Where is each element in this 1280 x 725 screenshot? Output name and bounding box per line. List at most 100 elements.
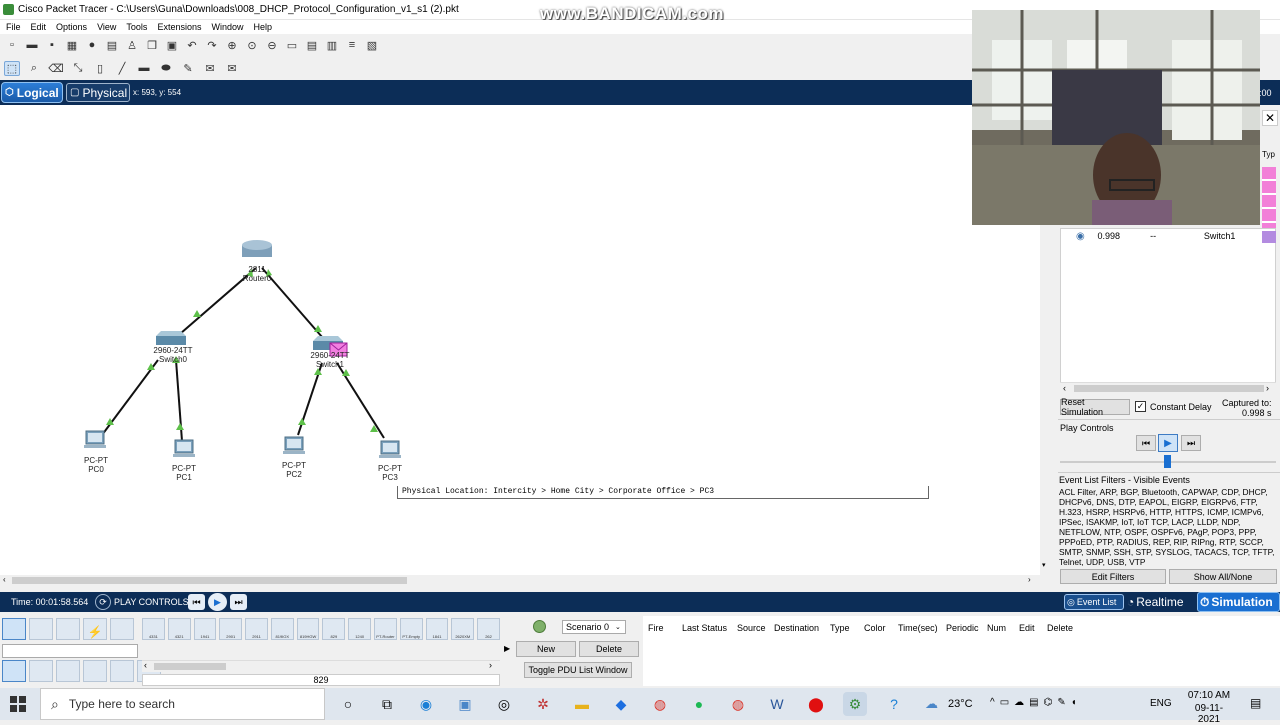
- new-file-icon[interactable]: ▫: [4, 38, 20, 53]
- workspace-horizontal-scrollbar[interactable]: ‹ ›: [0, 575, 1040, 587]
- menu-help[interactable]: Help: [253, 22, 272, 32]
- menu-view[interactable]: View: [97, 22, 116, 32]
- zoom-out-icon[interactable]: ⊖: [264, 38, 280, 53]
- print-icon[interactable]: ▦: [64, 38, 80, 53]
- hubs-icon[interactable]: [56, 660, 80, 682]
- routers-icon[interactable]: [2, 660, 26, 682]
- router-model-item[interactable]: 4321: [167, 618, 191, 640]
- router-icon[interactable]: [242, 240, 272, 257]
- router-model-item[interactable]: 2620XM: [451, 618, 475, 640]
- paste-icon[interactable]: ▣: [164, 38, 180, 53]
- cluster-icon[interactable]: ≡: [344, 38, 360, 53]
- draw-line-icon[interactable]: ╱: [114, 61, 130, 76]
- edit-filters-button[interactable]: Edit Filters: [1060, 569, 1166, 584]
- step-back-icon[interactable]: ⏮: [1136, 435, 1156, 451]
- router-model-item[interactable]: 1240: [348, 618, 372, 640]
- scroll-left-icon[interactable]: ‹: [144, 660, 147, 670]
- speed-slider-handle[interactable]: [1164, 455, 1171, 468]
- delete-icon[interactable]: ⌫: [48, 61, 64, 76]
- windows-start-icon[interactable]: [10, 696, 26, 712]
- cortana-icon[interactable]: ○: [336, 692, 360, 716]
- tab-logical[interactable]: ⬡ Logical: [1, 82, 63, 103]
- help-icon[interactable]: ?: [882, 692, 906, 716]
- event-list-button[interactable]: ◎ Event List: [1064, 594, 1124, 610]
- device-list-scrollbar[interactable]: ‹ ›: [142, 660, 500, 672]
- redo-icon[interactable]: ↷: [204, 38, 220, 53]
- router-model-item[interactable]: 2911: [245, 618, 268, 640]
- event-list-scrollbar[interactable]: ‹ ›: [1060, 382, 1276, 394]
- router-model-item[interactable]: 4331: [142, 618, 165, 640]
- realtime-mode-button[interactable]: ◔ Realtime: [1127, 593, 1196, 611]
- packet-tracer-taskbar-icon[interactable]: ⚙: [843, 692, 867, 716]
- security-icon[interactable]: [110, 660, 134, 682]
- info-icon[interactable]: ●: [84, 38, 100, 53]
- word-icon[interactable]: W: [765, 692, 789, 716]
- chrome-icon[interactable]: ◍: [648, 692, 672, 716]
- network-wizard-icon[interactable]: ▤: [104, 38, 120, 53]
- dropbox-icon[interactable]: ◆: [609, 692, 633, 716]
- menu-options[interactable]: Options: [56, 22, 87, 32]
- spotify-icon[interactable]: ●: [687, 692, 711, 716]
- resize-icon[interactable]: ⤡: [70, 61, 86, 76]
- close-panel-icon[interactable]: ✕: [1262, 110, 1278, 126]
- router-model-item[interactable]: 829: [322, 618, 346, 640]
- logical-workspace[interactable]: 2811 Router0 2960-24TT Switch0 2960-24TT…: [0, 105, 1040, 575]
- router-model-item[interactable]: PT-Empty: [399, 618, 423, 640]
- image-icon[interactable]: ▧: [364, 38, 380, 53]
- scroll-right-icon[interactable]: ›: [1028, 575, 1031, 584]
- menu-tools[interactable]: Tools: [126, 22, 147, 32]
- save-icon[interactable]: ▪: [44, 38, 60, 53]
- open-folder-icon[interactable]: ▬: [24, 38, 40, 53]
- task-view-icon[interactable]: ⧉: [375, 692, 399, 716]
- steam-icon[interactable]: ◎: [492, 692, 516, 716]
- router-model-item[interactable]: 262: [477, 618, 500, 640]
- play-icon[interactable]: ▶: [208, 593, 227, 611]
- scroll-left-icon[interactable]: ‹: [1063, 383, 1066, 393]
- weather-icon[interactable]: ☁: [925, 696, 938, 712]
- menu-window[interactable]: Window: [211, 22, 243, 32]
- step-forward-icon[interactable]: ⏭: [1181, 435, 1201, 451]
- misc-icon[interactable]: [110, 618, 134, 640]
- scroll-thumb[interactable]: [1074, 385, 1264, 392]
- menu-extensions[interactable]: Extensions: [157, 22, 201, 32]
- new-scenario-button[interactable]: New: [516, 641, 576, 657]
- router-model-item[interactable]: 2901: [219, 618, 243, 640]
- power-cycle-icon[interactable]: ⟳: [95, 594, 111, 610]
- place-note-icon[interactable]: ▯: [92, 61, 108, 76]
- show-all-none-button[interactable]: Show All/None: [1169, 569, 1277, 584]
- scroll-right-icon[interactable]: ›: [489, 660, 492, 670]
- draw-rectangle-icon[interactable]: ▬: [136, 61, 152, 76]
- copy-icon[interactable]: ❐: [144, 38, 160, 53]
- menu-file[interactable]: File: [6, 22, 21, 32]
- notifications-icon[interactable]: ▤: [1250, 696, 1261, 710]
- device-search-field[interactable]: [2, 644, 138, 658]
- router-model-item[interactable]: 1841: [425, 618, 449, 640]
- input-language[interactable]: ENG: [1150, 698, 1172, 709]
- reset-simulation-button[interactable]: Reset Simulation: [1060, 397, 1130, 417]
- event-list[interactable]: [1060, 228, 1276, 390]
- inspect-icon[interactable]: ⌕: [26, 61, 42, 76]
- photos-icon[interactable]: ▣: [453, 692, 477, 716]
- scroll-thumb[interactable]: [12, 577, 407, 584]
- step-forward-icon[interactable]: ⏭: [230, 594, 247, 610]
- zoom-reset-icon[interactable]: ⊙: [244, 38, 260, 53]
- pc-icon[interactable]: [379, 440, 401, 458]
- fire-scenario-icon[interactable]: [533, 620, 546, 633]
- wireless-icon[interactable]: [83, 660, 107, 682]
- add-complex-pdu-icon[interactable]: ✉: [224, 61, 240, 76]
- view-icon[interactable]: ▥: [324, 38, 340, 53]
- zoom-in-icon[interactable]: ⊕: [224, 38, 240, 53]
- menu-edit[interactable]: Edit: [31, 22, 47, 32]
- edge-icon[interactable]: ◉: [414, 692, 438, 716]
- taskbar-search[interactable]: ⌕ Type here to search: [40, 688, 325, 720]
- step-back-icon[interactable]: ⏮: [188, 594, 205, 610]
- switch-icon[interactable]: [156, 331, 186, 345]
- delete-scenario-button[interactable]: Delete: [579, 641, 639, 657]
- switches-icon[interactable]: [29, 660, 53, 682]
- bandicam-record-icon[interactable]: ⬤: [804, 692, 828, 716]
- file-explorer-icon[interactable]: ▬: [570, 692, 594, 716]
- freeform-icon[interactable]: ✎: [180, 61, 196, 76]
- expand-arrow-icon[interactable]: ▶: [504, 644, 510, 653]
- settings-app-icon[interactable]: ✲: [531, 692, 555, 716]
- router-model-item[interactable]: PT-Router: [374, 618, 397, 640]
